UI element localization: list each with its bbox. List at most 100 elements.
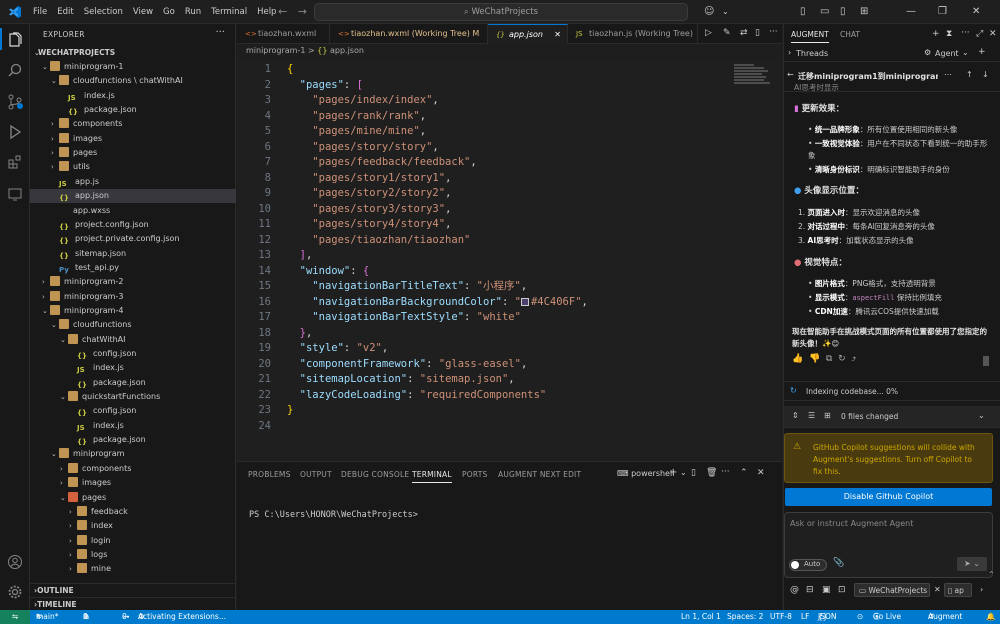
menu-terminal[interactable]: Terminal	[206, 0, 252, 24]
mention-icon[interactable]: @	[790, 585, 799, 595]
options-icon[interactable]: ⋯	[944, 70, 952, 79]
tab-chat[interactable]: CHAT	[840, 30, 860, 39]
breadcrumb-file[interactable]: app.json	[330, 46, 364, 55]
timeline-section[interactable]: ›TIMELINE	[30, 597, 236, 611]
scrollbar-thumb[interactable]	[983, 356, 989, 366]
send-button[interactable]: ➤ ⌄	[957, 557, 987, 571]
folder-item[interactable]: ⌄ miniprogram	[30, 447, 236, 461]
folder-item[interactable]: ⌄ chatWithAI	[30, 333, 236, 347]
threads-label[interactable]: Threads	[796, 49, 828, 58]
expand-icon[interactable]: ⇕	[792, 411, 799, 420]
menu-selection[interactable]: Selection	[79, 0, 128, 24]
remote-explorer-icon[interactable]	[7, 186, 23, 202]
copilot-icon[interactable]: ☺	[704, 0, 714, 24]
folder-item[interactable]: › images	[30, 476, 236, 490]
explorer-icon[interactable]	[7, 32, 23, 48]
chevron-up-icon[interactable]: ⌃	[988, 570, 995, 579]
minimize-icon[interactable]: —	[906, 0, 916, 24]
color-swatch[interactable]	[520, 297, 529, 306]
menu-run[interactable]: Run	[180, 0, 206, 24]
workspace-root[interactable]: ⌄WECHATPROJECTS	[30, 46, 236, 60]
file-item[interactable]: JS app.js	[30, 175, 236, 189]
settings-gear-icon[interactable]	[7, 584, 23, 600]
folder-item[interactable]: › images	[30, 132, 236, 146]
close-tab-icon[interactable]: ✕	[554, 25, 567, 45]
more-actions-icon[interactable]: ···	[215, 27, 225, 38]
close-window-icon[interactable]: ✕	[972, 0, 980, 24]
arrow-up-icon[interactable]: ↑	[966, 70, 973, 79]
auto-toggle[interactable]: Auto	[789, 559, 827, 571]
agent-mode-label[interactable]: Agent	[935, 49, 959, 58]
close-icon[interactable]: ✕	[989, 29, 997, 39]
tab-tiaozhan-js-working-tree[interactable]: JS tiaozhan.js (Working Tree)	[568, 24, 698, 44]
panel-tab-augment-next-edit[interactable]: AUGMENT NEXT EDIT	[498, 470, 581, 479]
more-actions-icon[interactable]: ···	[721, 467, 730, 477]
indentation[interactable]: Spaces: 2	[727, 610, 763, 624]
copilot-menu-chevron-icon[interactable]: ⌄	[722, 0, 729, 24]
eol[interactable]: LF	[801, 610, 810, 624]
compare-icon[interactable]: ⇄	[740, 28, 748, 38]
chevron-down-icon[interactable]: ⌄	[680, 468, 687, 477]
panel-tab-terminal[interactable]: TERMINAL	[412, 470, 452, 483]
command-center-search[interactable]: ⌕ WeChatProjects	[314, 3, 688, 21]
folder-item[interactable]: › components	[30, 117, 236, 131]
folder-item[interactable]: ⌄ cloudfunctions	[30, 318, 236, 332]
close-icon[interactable]: ✕	[934, 585, 941, 594]
folder-item[interactable]: › pages	[30, 146, 236, 160]
minimap[interactable]	[734, 64, 774, 100]
file-item[interactable]: {} config.json	[30, 347, 236, 361]
file-item[interactable]: {} package.json	[30, 103, 236, 117]
arrow-down-icon[interactable]: ↓	[982, 70, 989, 79]
source-control-icon[interactable]	[7, 94, 23, 110]
history-icon[interactable]: ⧗	[946, 29, 952, 39]
file-item[interactable]: {} package.json	[30, 433, 236, 447]
notifications-icon[interactable]: ⊙	[857, 610, 863, 624]
new-terminal-icon[interactable]: +	[669, 467, 677, 478]
share-icon[interactable]: ⤴	[851, 354, 856, 364]
tab-augment[interactable]: AUGMENT	[791, 30, 829, 43]
split-terminal-icon[interactable]: ▯	[691, 468, 696, 478]
maximize-panel-icon[interactable]: ⌃	[740, 468, 748, 478]
back-arrow-icon[interactable]: ←	[787, 70, 794, 79]
forward-arrow-icon[interactable]: →	[298, 5, 307, 18]
context-chip-workspace[interactable]: ▭ WeChatProjects	[854, 583, 930, 597]
extensions-icon[interactable]	[7, 154, 23, 170]
tab-tiaozhan-wxml-working-tree[interactable]: <>tiaozhan.wxml (Working Tree) M	[330, 24, 488, 44]
terminal-output[interactable]: PS C:\Users\HONOR\WeChatProjects>	[249, 510, 418, 520]
split-editor-icon[interactable]: ▯	[755, 28, 760, 38]
diff-icon[interactable]: ⊞	[824, 411, 831, 420]
retry-icon[interactable]: ↻	[838, 354, 846, 364]
restore-icon[interactable]: ❐	[938, 0, 947, 24]
terminal-shell[interactable]: ⌨ powershell	[617, 469, 674, 478]
layout-icon[interactable]: ⊞	[860, 0, 868, 24]
folder-item[interactable]: › mine	[30, 562, 236, 576]
encoding[interactable]: UTF-8	[770, 610, 792, 624]
folder-item[interactable]: ⌄ cloudfunctions \ chatWithAI	[30, 74, 236, 88]
folder-item[interactable]: › logs	[30, 548, 236, 562]
files-changed-bar[interactable]: ⇕ ☰ ⊞ 0 files changed ⌄	[784, 406, 1000, 428]
folder-item[interactable]: › miniprogram-2	[30, 275, 236, 289]
panel-tab-debug-console[interactable]: DEBUG CONSOLE	[341, 470, 409, 479]
code-editor[interactable]: 1 {2 "pages": [3 "pages/index/index", 4 "p…	[237, 60, 782, 460]
file-item[interactable]: {} config.json	[30, 404, 236, 418]
folder-item[interactable]: › feedback	[30, 505, 236, 519]
chevron-right-icon[interactable]: ›	[980, 585, 983, 594]
close-panel-icon[interactable]: ✕	[757, 468, 765, 478]
cursor-position[interactable]: Ln 1, Col 1	[681, 610, 721, 624]
folder-item[interactable]: › index	[30, 519, 236, 533]
add-icon[interactable]: +	[932, 29, 940, 39]
toggle-panel-icon[interactable]: ▭	[820, 0, 829, 24]
run-icon[interactable]: ▷	[705, 28, 712, 38]
file-item[interactable]: {} project.private.config.json	[30, 232, 236, 246]
file-item[interactable]: {} project.config.json	[30, 218, 236, 232]
folder-item[interactable]: › miniprogram-3	[30, 290, 236, 304]
breadcrumb-folder[interactable]: miniprogram-1	[246, 46, 305, 55]
outline-section[interactable]: ›OUTLINE	[30, 583, 236, 597]
new-thread-icon[interactable]: +	[978, 47, 986, 57]
agent-input[interactable]: Ask or instruct Augment Agent Auto 📎 ➤ ⌄	[784, 512, 993, 578]
file-item[interactable]: {} app.json	[30, 189, 236, 204]
panel-tab-problems[interactable]: PROBLEMS	[248, 470, 291, 479]
file-item[interactable]: app.wxss	[30, 204, 236, 218]
bell-icon[interactable]: 🔔	[986, 610, 995, 624]
attach-icon[interactable]: 📎	[833, 558, 844, 568]
